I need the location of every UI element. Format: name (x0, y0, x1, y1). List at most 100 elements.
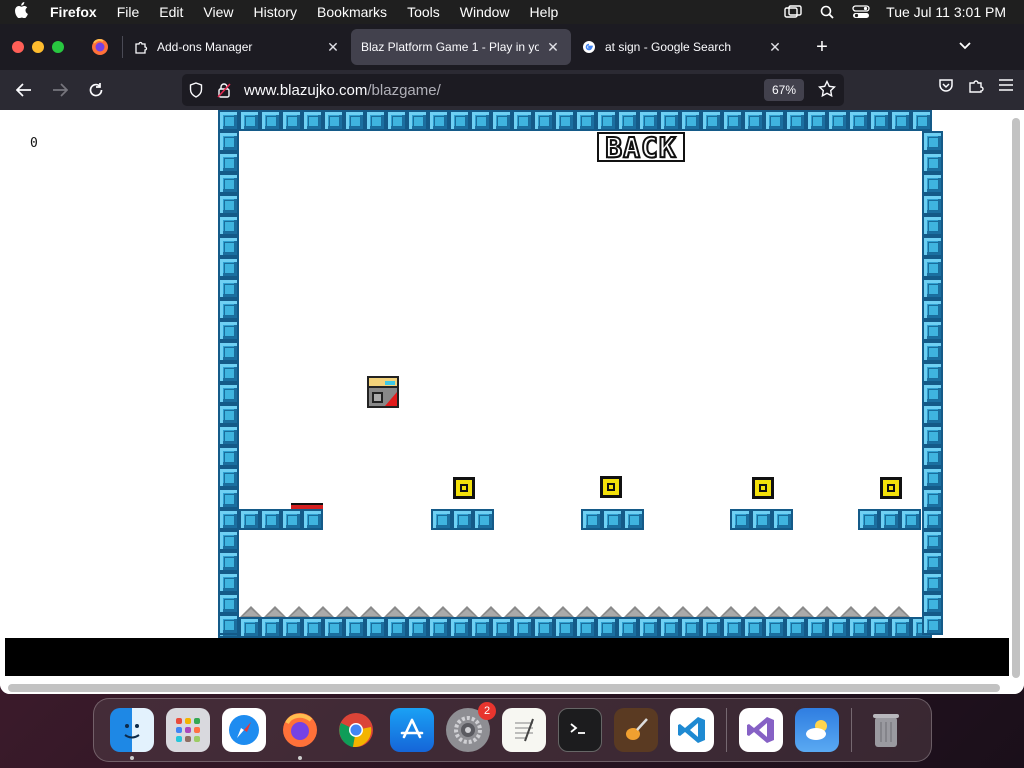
wall-tile-top (701, 110, 722, 131)
dock-app-store[interactable] (390, 708, 434, 752)
wall-tile-right (922, 446, 943, 467)
menu-view[interactable]: View (203, 4, 233, 20)
dock-terminal[interactable] (558, 708, 602, 752)
wall-tile-top (848, 110, 869, 131)
tab-bar: Add-ons Manager ✕ Blaz Platform Game 1 -… (0, 24, 1024, 70)
spike-hazard (624, 606, 646, 617)
dock-vscode[interactable] (670, 708, 714, 752)
menu-file[interactable]: File (117, 4, 140, 20)
dock-chrome[interactable] (334, 708, 378, 752)
dock-system-settings[interactable]: 2 (446, 702, 496, 752)
apple-menu-icon[interactable] (14, 1, 32, 23)
menu-clock[interactable]: Tue Jul 11 3:01 PM (886, 4, 1006, 20)
visual-studio-icon (747, 717, 774, 743)
wall-tile-bottom (869, 617, 890, 638)
reload-icon (89, 83, 103, 97)
new-tab-button[interactable]: + (805, 36, 839, 59)
dock-garageband[interactable] (614, 708, 658, 752)
horizontal-scrollbar[interactable] (8, 684, 1000, 692)
wall-tile-bottom (659, 617, 680, 638)
tab-blaz-platform-game[interactable]: Blaz Platform Game 1 - Play in your ✕ (351, 29, 571, 65)
dock-trash[interactable] (864, 708, 908, 752)
menu-tools[interactable]: Tools (407, 4, 440, 20)
spike-hazard (504, 606, 526, 617)
platform-tile (431, 509, 452, 530)
forward-button[interactable] (42, 76, 78, 104)
player-red-corner (385, 392, 397, 406)
platform-tile (260, 509, 281, 530)
launchpad-icon (176, 718, 200, 742)
wall-tile-bottom (785, 617, 806, 638)
bookmark-star-icon[interactable] (817, 79, 837, 103)
wall-tile-top (239, 110, 260, 131)
wall-tile-bottom (533, 617, 554, 638)
extensions-icon[interactable] (968, 78, 984, 99)
zoom-level-button[interactable]: 67% (763, 79, 804, 101)
menu-history[interactable]: History (253, 4, 297, 20)
spike-hazard (456, 606, 478, 617)
close-tab-icon[interactable]: ✕ (767, 39, 783, 56)
wall-tile-right (922, 551, 943, 572)
wall-tile-right (922, 152, 943, 173)
menu-app-name[interactable]: Firefox (50, 4, 97, 20)
wall-tile-top (659, 110, 680, 131)
list-all-tabs-button[interactable] (958, 38, 972, 56)
wall-tile-bottom (323, 617, 344, 638)
wall-tile-right (922, 404, 943, 425)
dock-firefox[interactable] (278, 708, 322, 760)
zoom-window-button[interactable] (52, 41, 64, 53)
address-bar[interactable]: www.blazujko.com/blazgame/ 67% (182, 74, 844, 106)
spike-hazard (384, 606, 406, 617)
wall-tile-right (922, 383, 943, 404)
dock-safari[interactable] (222, 708, 266, 752)
chrome-icon (339, 713, 373, 748)
wall-tile-bottom (554, 617, 575, 638)
pocket-icon[interactable] (938, 78, 954, 99)
wall-tile-top (785, 110, 806, 131)
close-tab-icon[interactable]: ✕ (545, 39, 561, 56)
game-canvas[interactable]: BACK (218, 110, 943, 638)
spotlight-search-icon[interactable] (818, 5, 836, 19)
dock-textedit[interactable] (502, 708, 546, 752)
wall-tile-right (922, 509, 943, 530)
dock-visual-studio[interactable] (739, 708, 783, 752)
close-tab-icon[interactable]: ✕ (325, 39, 341, 56)
wall-tile-top (323, 110, 344, 131)
wall-tile-top (302, 110, 323, 131)
screen-mirroring-icon[interactable] (784, 5, 802, 19)
trash-icon (873, 714, 899, 747)
dock-launchpad[interactable] (166, 708, 210, 752)
menu-help[interactable]: Help (530, 4, 559, 20)
tab-google-search[interactable]: at sign - Google Search ✕ (571, 29, 793, 65)
minimize-window-button[interactable] (32, 41, 44, 53)
control-center-icon[interactable] (852, 5, 870, 19)
wall-tile-left (218, 551, 239, 572)
platform-tile (473, 509, 494, 530)
insecure-lock-icon[interactable] (210, 82, 238, 98)
menu-bookmarks[interactable]: Bookmarks (317, 4, 387, 20)
dock-weather[interactable] (795, 708, 839, 752)
spike-hazard (264, 606, 286, 617)
back-button[interactable] (6, 76, 42, 104)
hamburger-menu-icon[interactable] (998, 78, 1014, 99)
tab-addons-manager[interactable]: Add-ons Manager ✕ (123, 29, 351, 65)
reload-button[interactable] (78, 76, 114, 104)
menu-edit[interactable]: Edit (159, 4, 183, 20)
spike-hazard (480, 606, 502, 617)
menu-window[interactable]: Window (460, 4, 510, 20)
vertical-scrollbar[interactable] (1012, 118, 1020, 678)
firefox-view-button[interactable] (78, 38, 122, 56)
tab-label: Blaz Platform Game 1 - Play in your (361, 40, 539, 54)
url-text[interactable]: www.blazujko.com/blazgame/ (244, 82, 441, 99)
wall-tile-right (922, 341, 943, 362)
tracking-protection-shield-icon[interactable] (182, 82, 210, 98)
spike-hazard (648, 606, 670, 617)
wall-tile-top (365, 110, 386, 131)
spike-hazard (312, 606, 334, 617)
wall-tile-top (869, 110, 890, 131)
tab-label: at sign - Google Search (605, 40, 732, 54)
menu-bar: Firefox File Edit View History Bookmarks… (0, 0, 1024, 24)
game-back-button[interactable]: BACK (597, 130, 685, 165)
close-window-button[interactable] (12, 41, 24, 53)
dock-finder[interactable] (110, 708, 154, 760)
